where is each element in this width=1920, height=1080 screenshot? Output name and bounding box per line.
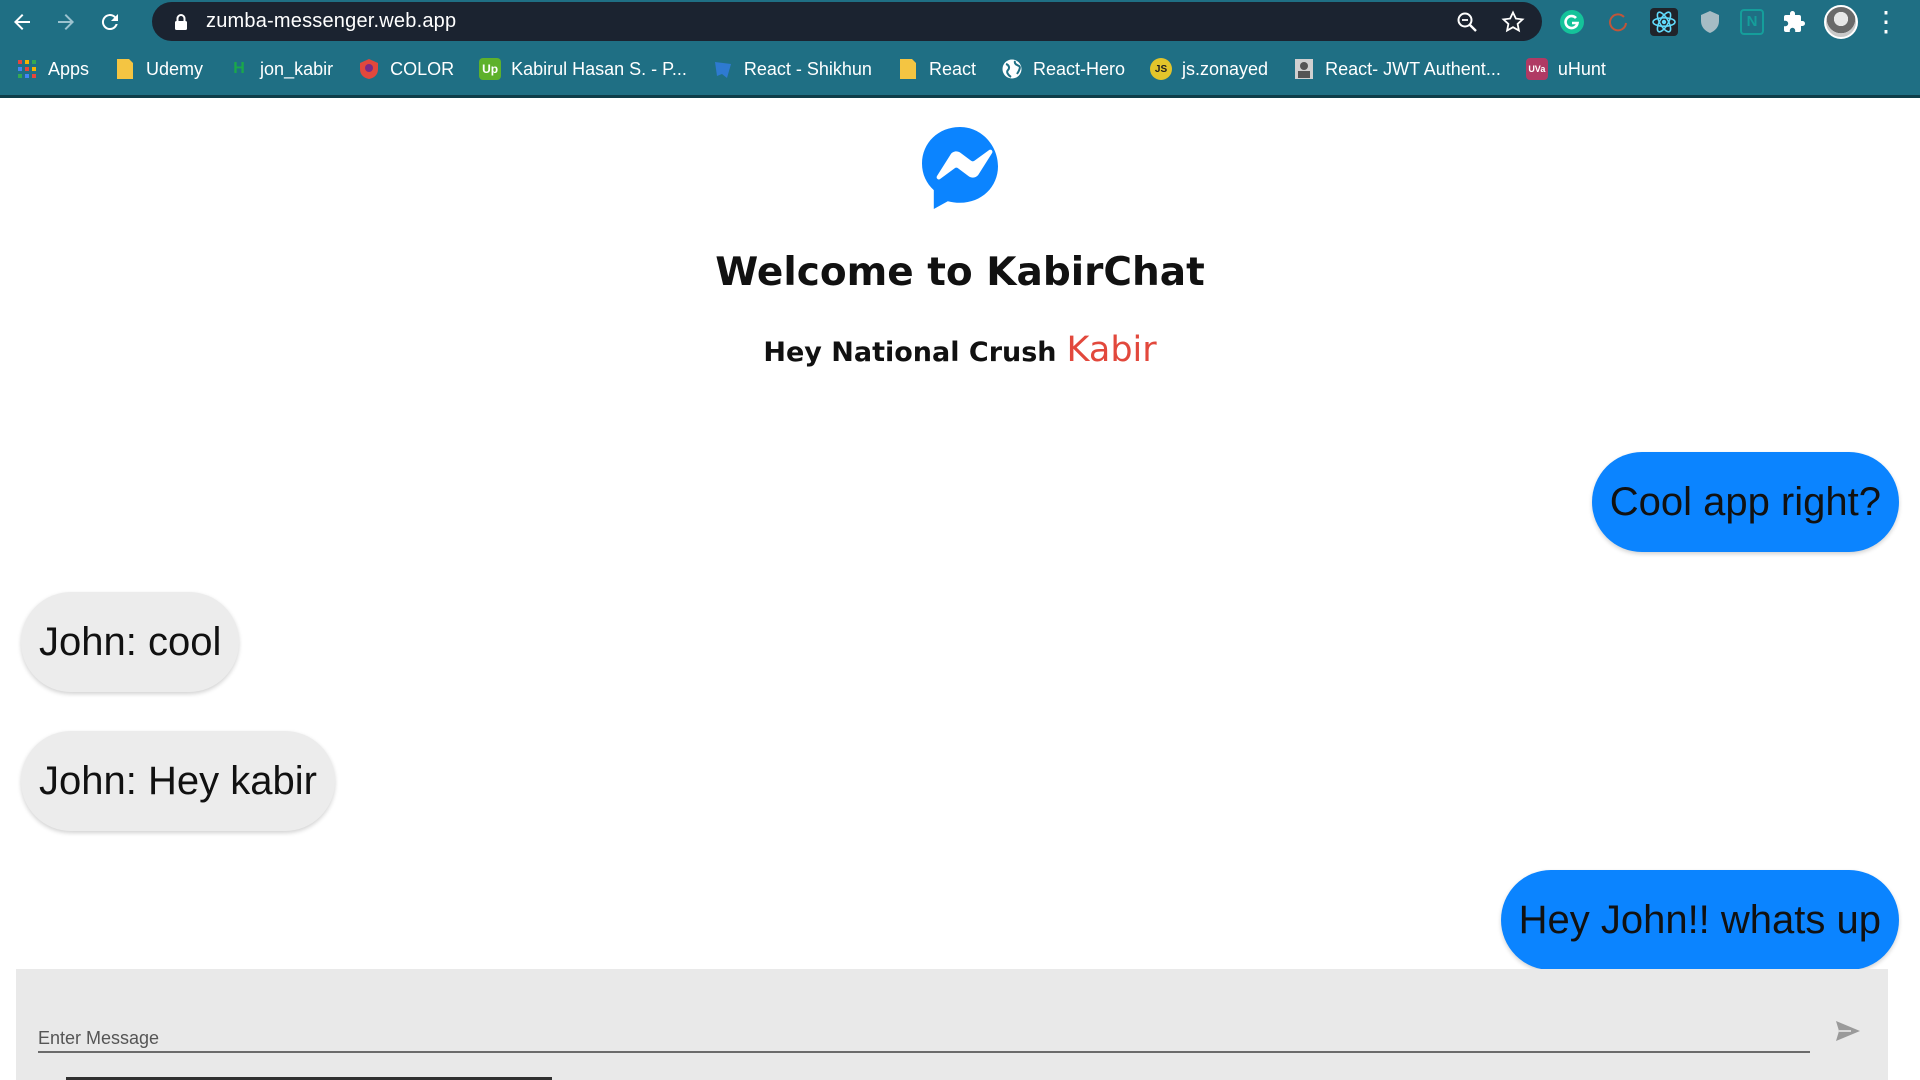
react-devtools-icon[interactable] <box>1648 6 1680 38</box>
message-composer <box>16 969 1888 1080</box>
bookmark-react-shikhun[interactable]: React - Shikhun <box>712 58 872 80</box>
reload-button[interactable] <box>88 0 132 43</box>
send-button[interactable] <box>1824 1007 1872 1055</box>
arrow-right-icon <box>58 13 74 30</box>
notion-extension-icon[interactable]: N <box>1740 8 1764 35</box>
reload-icon <box>101 13 118 30</box>
bookmark-label: React - Shikhun <box>743 58 872 79</box>
hackerrank-icon: H <box>233 60 245 77</box>
js-icon: JS <box>1150 58 1173 80</box>
bookmark-uhunt[interactable]: UVa uHunt <box>1525 58 1606 80</box>
bookmark-label: uHunt <box>1557 58 1606 79</box>
grammarly-extension-icon[interactable] <box>1556 6 1588 38</box>
bookmark-apps[interactable]: Apps <box>16 58 89 80</box>
uhunt-icon: UVa <box>1525 58 1548 80</box>
bookmark-color[interactable]: COLOR <box>358 58 454 80</box>
lock-icon <box>170 13 192 31</box>
page-title: Welcome to KabirChat <box>715 250 1205 295</box>
extensions-puzzle-icon[interactable] <box>1778 6 1810 38</box>
bookmark-label: React <box>928 58 976 79</box>
messenger-logo-icon <box>920 125 1000 217</box>
profile-avatar[interactable] <box>1824 4 1858 39</box>
bookmark-jon-kabir[interactable]: H jon_kabir <box>228 58 333 80</box>
browser-toolbar: zumba-messenger.web.app N ⋮ <box>0 0 1920 43</box>
username: Kabir <box>1066 330 1157 370</box>
message-bubble-outgoing: Cool app right? <box>1591 452 1899 552</box>
bookmark-star-icon[interactable] <box>1498 7 1528 37</box>
bookmark-label: Apps <box>48 58 90 79</box>
forward-button[interactable] <box>44 0 88 43</box>
shield-extension-icon[interactable] <box>1694 6 1726 38</box>
folder-icon <box>897 58 919 80</box>
bookmark-label: js.zonayed <box>1182 58 1269 79</box>
bookmark-js-zonayed[interactable]: JS js.zonayed <box>1150 58 1268 80</box>
bookmark-react-jwt[interactable]: React- JWT Authent... <box>1293 58 1501 80</box>
react-shikhun-icon <box>712 58 734 80</box>
more-menu-icon[interactable]: ⋮ <box>1872 5 1900 38</box>
bookmark-label: React-Hero <box>1032 58 1126 79</box>
color-icon <box>358 58 380 80</box>
bookmark-udemy[interactable]: Udemy <box>114 58 203 80</box>
bookmark-label: COLOR <box>390 58 455 79</box>
folder-icon <box>114 58 136 80</box>
message-input[interactable] <box>38 1011 1810 1053</box>
send-icon <box>1836 1021 1860 1041</box>
bookmark-label: React- JWT Authent... <box>1325 58 1501 79</box>
bookmark-upwork[interactable]: Up Kabirul Hasan S. - P... <box>479 58 687 80</box>
address-bar[interactable]: zumba-messenger.web.app <box>152 2 1542 41</box>
jwt-icon <box>1293 58 1315 80</box>
greeting: Hey National Crush Kabir <box>0 330 1920 370</box>
bookmark-label: Kabirul Hasan S. - P... <box>511 58 687 79</box>
bookmark-label: jon_kabir <box>260 58 334 79</box>
arrow-left-icon <box>14 13 30 30</box>
greeting-text: Hey National Crush <box>763 337 1057 368</box>
message-bubble-incoming: John: Hey kabir <box>21 731 335 831</box>
globe-icon <box>1001 58 1023 80</box>
back-button[interactable] <box>0 0 44 43</box>
url-text: zumba-messenger.web.app <box>206 10 457 32</box>
bookmarks-bar: Apps Udemy H jon_kabir COLOR Up Kabirul … <box>0 43 1920 98</box>
zoom-icon[interactable] <box>1452 7 1482 37</box>
apps-grid-icon <box>16 58 38 80</box>
bookmark-label: Udemy <box>146 58 204 79</box>
extension-reload-icon[interactable] <box>1602 6 1634 38</box>
upwork-icon: Up <box>479 58 502 80</box>
bookmark-react-hero[interactable]: React-Hero <box>1001 58 1125 80</box>
message-bubble-outgoing: Hey John!! whats up <box>1500 870 1899 970</box>
message-bubble-incoming: John: cool <box>21 592 240 692</box>
bookmark-react[interactable]: React <box>897 58 976 80</box>
